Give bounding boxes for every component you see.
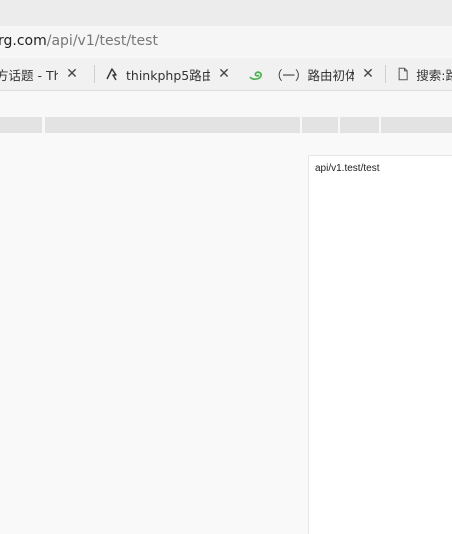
header-segment — [340, 117, 379, 133]
url-text[interactable]: rg.com/api/v1/test/test — [0, 26, 158, 56]
url-path: /api/v1/test/test — [46, 33, 158, 49]
tab-strip: 方话题 - Thin ✕ thinkphp5路由 ✕ （一）路由初体 ✕ 搜索:… — [0, 58, 452, 91]
header-segment — [0, 117, 42, 133]
bookmark-pen-icon — [106, 68, 117, 81]
response-text: api/v1.test/test — [315, 163, 380, 174]
header-segment — [381, 117, 452, 133]
tab-label: （一）路由初体 — [270, 67, 354, 83]
tab-thinkphp-route[interactable]: thinkphp5路由 ✕ — [104, 58, 234, 90]
tab-label: 方话题 - Thin — [0, 67, 58, 83]
tab-separator — [385, 65, 386, 83]
tab-topic[interactable]: 方话题 - Thin ✕ — [0, 58, 86, 90]
bookmarks-bar — [0, 91, 452, 117]
devtools-header-row — [0, 117, 452, 133]
window-top-strip — [0, 0, 452, 26]
page-icon — [398, 67, 408, 81]
tab-route-intro[interactable]: （一）路由初体 ✕ — [248, 58, 378, 90]
close-icon[interactable]: ✕ — [362, 66, 374, 82]
header-segment — [45, 117, 300, 133]
tab-search[interactable]: 搜索:路 — [396, 58, 452, 90]
tab-label: 搜索:路 — [416, 67, 452, 83]
tab-label: thinkphp5路由 — [126, 67, 210, 83]
url-host: rg.com — [0, 33, 47, 49]
header-segment — [302, 117, 338, 133]
green-swirl-icon — [249, 71, 262, 80]
close-icon[interactable]: ✕ — [66, 66, 78, 82]
address-bar[interactable]: rg.com/api/v1/test/test — [0, 26, 452, 56]
response-panel: api/v1.test/test — [308, 155, 452, 534]
tab-separator — [94, 65, 95, 83]
close-icon[interactable]: ✕ — [218, 66, 230, 82]
